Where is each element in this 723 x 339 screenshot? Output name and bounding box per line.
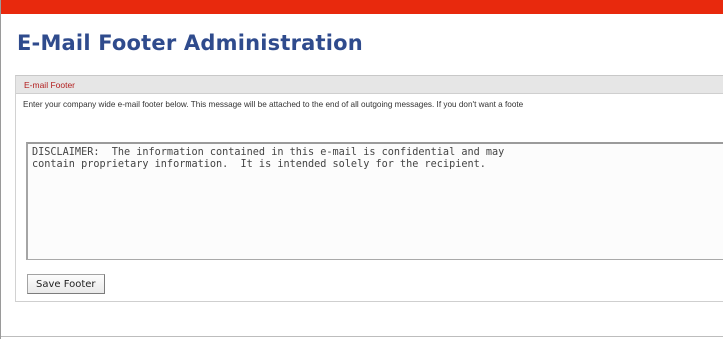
top-accent-bar [1,0,723,14]
page: E-Mail Footer Administration E-mail Foot… [0,0,723,339]
section-header: E-mail Footer [16,76,723,94]
footer-textarea[interactable]: DISCLAIMER: The information contained in… [26,142,723,260]
page-title: E-Mail Footer Administration [17,31,363,55]
section-description: Enter your company wide e-mail footer be… [23,100,524,109]
email-footer-panel: E-mail Footer Enter your company wide e-… [15,75,723,302]
save-footer-button[interactable]: Save Footer [27,274,105,294]
bottom-divider [1,336,723,337]
